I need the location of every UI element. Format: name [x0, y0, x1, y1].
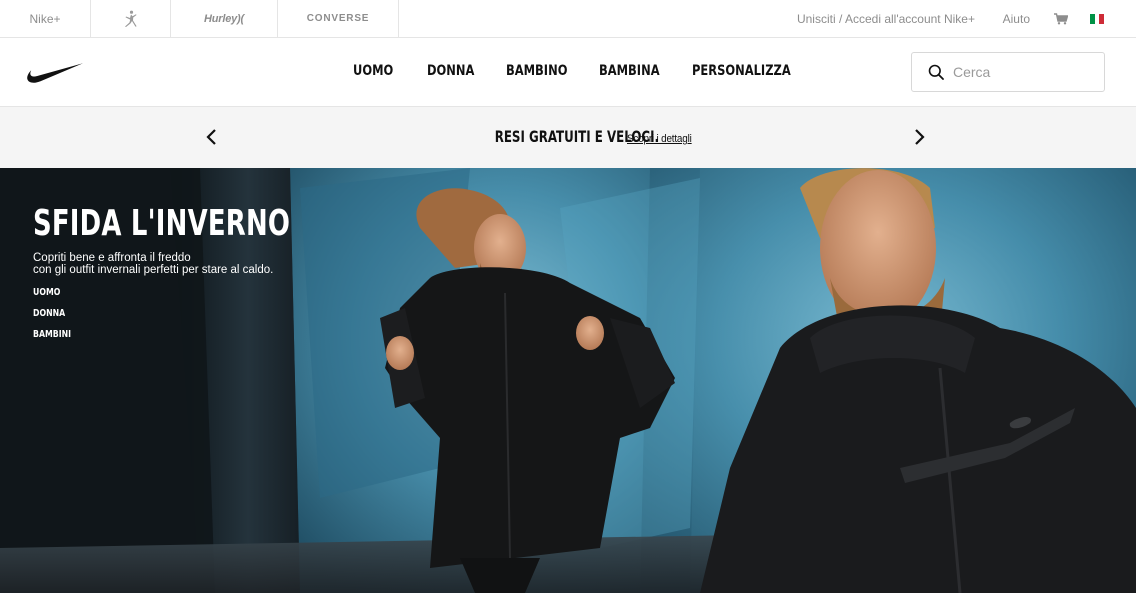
nav-item-bambina[interactable]: BAMBINA [599, 63, 660, 79]
hero-copy: SFIDA L'INVERNO Copriti bene e affronta … [33, 203, 390, 341]
nav-item-bambino[interactable]: BAMBINO [506, 63, 567, 79]
account-link[interactable]: Unisciti / Accedi all'account Nike+ [797, 0, 975, 37]
hero-title: SFIDA L'INVERNO [33, 203, 291, 244]
promo-details-link[interactable]: Scopri i dettagli [627, 133, 692, 145]
promo-message: RESI GRATUITI E VELOCI.Scopri i dettagli [0, 127, 1136, 147]
nav-item-uomo[interactable]: UOMO [353, 63, 393, 79]
nike-swoosh-icon[interactable] [26, 62, 84, 84]
brand-converse-label: CONVERSE [306, 13, 370, 24]
nav-item-donna[interactable]: DONNA [427, 63, 474, 79]
hero-description-line-1: Copriti bene e affronta il freddo [33, 252, 191, 264]
brand-hurley-label: Hurley)( [204, 12, 244, 25]
hero-banner[interactable]: SFIDA L'INVERNO Copriti bene e affronta … [0, 168, 1136, 593]
jordan-jumpman-icon [124, 10, 137, 27]
brand-bar: Nike+ Hurley)( CONVERSE Unisciti / Acced… [0, 0, 1136, 38]
country-selector[interactable] [1090, 0, 1105, 37]
hero-link-bambini[interactable]: BAMBINI [33, 329, 312, 340]
brand-tab-converse[interactable]: CONVERSE [278, 0, 399, 37]
cart-icon [1054, 12, 1068, 24]
chevron-right-icon [915, 129, 925, 145]
search-icon[interactable] [928, 64, 944, 80]
italy-flag-icon [1090, 13, 1105, 24]
hero-description: Copriti bene e affronta il freddo con gl… [33, 252, 293, 276]
brand-tab-hurley[interactable]: Hurley)( [171, 0, 278, 37]
help-link[interactable]: Aiuto [1003, 0, 1030, 37]
brand-nikeplus-label: Nike+ [29, 11, 61, 26]
brand-tab-jordan[interactable] [91, 0, 171, 37]
hero-link-uomo[interactable]: UOMO [33, 287, 312, 298]
hero-description-line-2: con gli outfit invernali perfetti per st… [33, 264, 274, 276]
cart-button[interactable] [1054, 0, 1068, 37]
brand-tab-nikeplus[interactable]: Nike+ [0, 0, 91, 37]
promo-next-button[interactable] [909, 126, 931, 148]
nav-item-personalizza[interactable]: PERSONALIZZA [692, 63, 791, 79]
search-box[interactable] [911, 52, 1105, 92]
search-input[interactable] [953, 64, 1093, 80]
main-nav: UOMO DONNA BAMBINO BAMBINA PERSONALIZZA [0, 38, 1136, 107]
hero-link-donna[interactable]: DONNA [33, 308, 312, 319]
promo-banner: RESI GRATUITI E VELOCI.Scopri i dettagli [0, 107, 1136, 168]
